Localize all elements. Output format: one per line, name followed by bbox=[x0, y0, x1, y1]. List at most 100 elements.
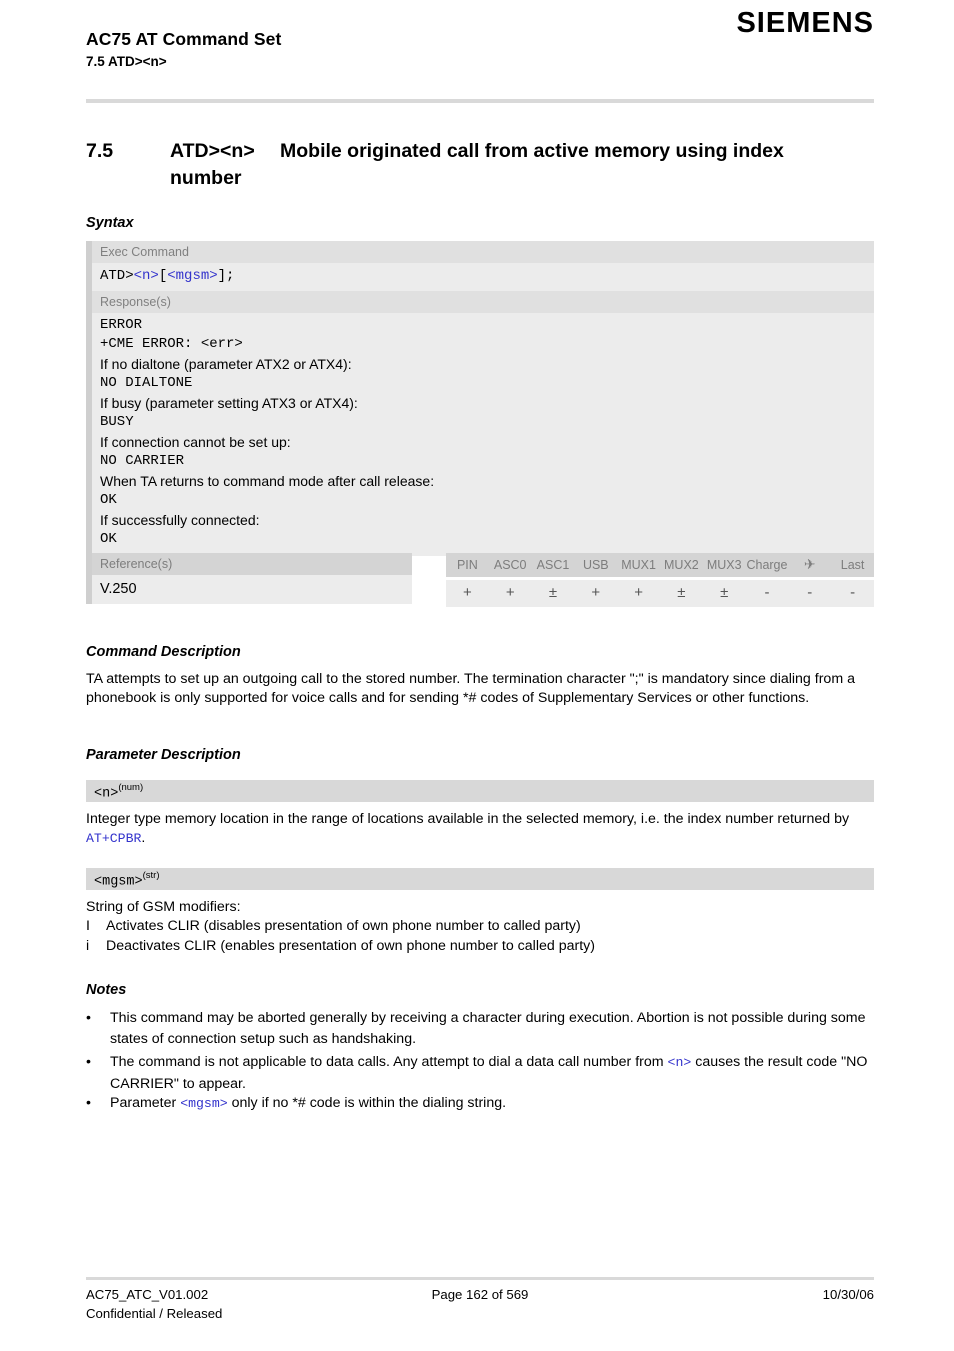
note-text-part: The command is not applicable to data ca… bbox=[110, 1054, 668, 1070]
modifier-text-0: Activates CLIR (disables presentation of… bbox=[106, 918, 581, 935]
note-bullet: • bbox=[86, 1010, 91, 1026]
note-item: • Parameter <mgsm> only if no *# code is … bbox=[86, 1093, 874, 1115]
exec-command-line: ATD><n>[<mgsm>]; bbox=[92, 267, 874, 287]
response-label: Response(s) bbox=[92, 290, 874, 313]
document-subtitle: 7.5 ATD><n> bbox=[86, 54, 167, 69]
response-line: ERROR bbox=[100, 316, 143, 333]
exec-prefix: ATD> bbox=[100, 268, 134, 284]
subhead-notes: Notes bbox=[86, 982, 127, 998]
note-text: This command may be aborted generally by… bbox=[110, 1008, 874, 1049]
response-line: If no dialtone (parameter ATX2 or ATX4): bbox=[100, 355, 352, 372]
header-divider bbox=[86, 99, 874, 103]
capability-header-row: PIN ASC0 ASC1 USB MUX1 MUX2 MUX3 Charge ✈ Last bbox=[446, 553, 874, 577]
subhead-command-description: Command Description bbox=[86, 644, 241, 660]
footer-divider bbox=[86, 1277, 874, 1280]
exec-param-n: <n> bbox=[133, 268, 159, 284]
section-heading: 7.5 ATD><n> Mobile originated call from ac… bbox=[86, 138, 876, 192]
exec-bracket-close: ]; bbox=[217, 268, 235, 284]
note-bullet: • bbox=[86, 1054, 91, 1070]
response-line: NO DIALTONE bbox=[100, 375, 193, 391]
footer-page-number: Page 162 of 569 bbox=[431, 1287, 529, 1302]
exec-command-body: ATD><n>[<mgsm>]; bbox=[92, 263, 874, 291]
param-type-mgsm: (str) bbox=[142, 870, 160, 881]
response-line: If busy (parameter setting ATX3 or ATX4)… bbox=[100, 394, 358, 411]
capability-column-mux3: MUX3 bbox=[702, 553, 746, 577]
capability-column-mux2: MUX2 bbox=[659, 553, 703, 577]
param-link-atcpbr[interactable]: AT+CPBR bbox=[86, 831, 141, 846]
note-item: • The command is not applicable to data c… bbox=[86, 1052, 874, 1094]
footer-classification: Confidential / Released bbox=[86, 1306, 223, 1321]
capability-column-mux1: MUX1 bbox=[617, 553, 660, 577]
response-line: +CME ERROR: <err> bbox=[100, 336, 243, 352]
note-item: • This command may be aborted generally b… bbox=[86, 1008, 874, 1049]
capability-column-pin: PIN bbox=[446, 553, 489, 577]
param-type-n: (num) bbox=[118, 782, 144, 793]
capability-value: + bbox=[446, 580, 489, 607]
subhead-syntax: Syntax bbox=[86, 215, 134, 231]
section-title-line1: Mobile originated call from active memor… bbox=[280, 140, 784, 162]
response-line: NO CARRIER bbox=[100, 453, 185, 469]
reference-box: Reference(s) V.250 bbox=[86, 553, 412, 604]
response-line: BUSY bbox=[100, 414, 134, 430]
capability-value: + bbox=[488, 580, 532, 607]
capability-column-charge: Charge bbox=[745, 553, 789, 577]
syntax-table: Exec Command ATD><n>[<mgsm>]; Response(s… bbox=[86, 241, 874, 556]
param-desc-n-post: . bbox=[141, 830, 146, 847]
capability-column-asc0: ASC0 bbox=[488, 553, 532, 577]
note-text: Parameter <mgsm> only if no *# code is w… bbox=[110, 1093, 874, 1115]
modifier-text-1: Deactivates CLIR (enables presentation o… bbox=[106, 937, 595, 954]
note-text-part: Parameter bbox=[110, 1095, 181, 1111]
page-footer: AC75_ATC_V01.002 Page 162 of 569 10/30/0… bbox=[86, 1285, 874, 1323]
note-text: The command is not applicable to data ca… bbox=[110, 1052, 874, 1094]
reference-value: V.250 bbox=[92, 575, 412, 604]
siemens-logo: SIEMENS bbox=[736, 7, 874, 39]
response-lines: ERROR +CME ERROR: <err> If no dialtone (pa… bbox=[92, 313, 874, 556]
response-line: If successfully connected: bbox=[100, 511, 260, 528]
modifier-key-1: i bbox=[86, 937, 90, 954]
param-desc-n-pre: Integer type memory location in the rang… bbox=[86, 811, 850, 827]
command-description-text: TA attempts to set up an outgoing call t… bbox=[86, 671, 855, 707]
reference-label: Reference(s) bbox=[100, 557, 173, 571]
param-name-n: <n> bbox=[94, 786, 119, 802]
capability-value: ± bbox=[702, 580, 746, 607]
modifier-row-1: i Deactivates CLIR (enables presentation … bbox=[86, 937, 874, 956]
note-param-ref[interactable]: <n> bbox=[668, 1055, 692, 1070]
capability-value: ± bbox=[659, 580, 703, 607]
capability-value: - bbox=[745, 580, 789, 607]
capability-value: - bbox=[831, 580, 874, 607]
section-command: ATD><n> bbox=[170, 140, 255, 162]
capability-value: - bbox=[788, 580, 832, 607]
airplane-icon: ✈ bbox=[788, 553, 832, 577]
param-desc-n: Integer type memory location in the rang… bbox=[86, 810, 874, 849]
document-page: AC75 AT Command Set 7.5 ATD><n> SIEMENS … bbox=[0, 0, 954, 1351]
modifier-row-0: I Activates CLIR (disables presentation o… bbox=[86, 917, 874, 936]
capability-value: ± bbox=[531, 580, 575, 607]
note-bullet: • bbox=[86, 1095, 91, 1111]
param-header-mgsm: <mgsm>(str) bbox=[86, 868, 874, 890]
param-name-mgsm: <mgsm> bbox=[94, 874, 143, 890]
param-header-n: <n>(num) bbox=[86, 780, 874, 802]
note-param-ref[interactable]: <mgsm> bbox=[180, 1096, 227, 1111]
subhead-parameter-description: Parameter Description bbox=[86, 747, 241, 763]
exec-bracket-open: [ bbox=[158, 268, 168, 284]
exec-command-label: Exec Command bbox=[92, 241, 874, 263]
capability-value-row: + + ± + + ± ± - - - bbox=[446, 580, 874, 607]
exec-param-mgsm: <mgsm> bbox=[167, 268, 218, 284]
capability-column-last: Last bbox=[831, 553, 874, 577]
footer-date: 10/30/06 bbox=[822, 1287, 874, 1302]
note-text-part: only if no *# code is within the dialing… bbox=[227, 1095, 507, 1111]
capability-column-usb: USB bbox=[574, 553, 618, 577]
footer-row-secondary: Confidential / Released bbox=[86, 1304, 874, 1323]
capability-column-asc1: ASC1 bbox=[531, 553, 575, 577]
section-number: 7.5 bbox=[86, 140, 114, 162]
param-desc-mgsm: String of GSM modifiers: I Activates CLIR… bbox=[86, 898, 874, 956]
response-line: If connection cannot be set up: bbox=[100, 433, 291, 450]
note-text-part: This command may be aborted generally by… bbox=[110, 1010, 866, 1047]
footer-row-primary: AC75_ATC_V01.002 Page 162 of 569 10/30/0… bbox=[86, 1285, 874, 1304]
modifier-key-0: I bbox=[86, 918, 90, 935]
section-title-line2: number bbox=[170, 167, 242, 189]
airplane-glyph: ✈ bbox=[803, 556, 816, 572]
param-desc-mgsm-intro: String of GSM modifiers: bbox=[86, 899, 241, 915]
response-line: OK bbox=[100, 492, 117, 508]
capability-table: PIN ASC0 ASC1 USB MUX1 MUX2 MUX3 Charge ✈ Last + +… bbox=[446, 553, 874, 607]
